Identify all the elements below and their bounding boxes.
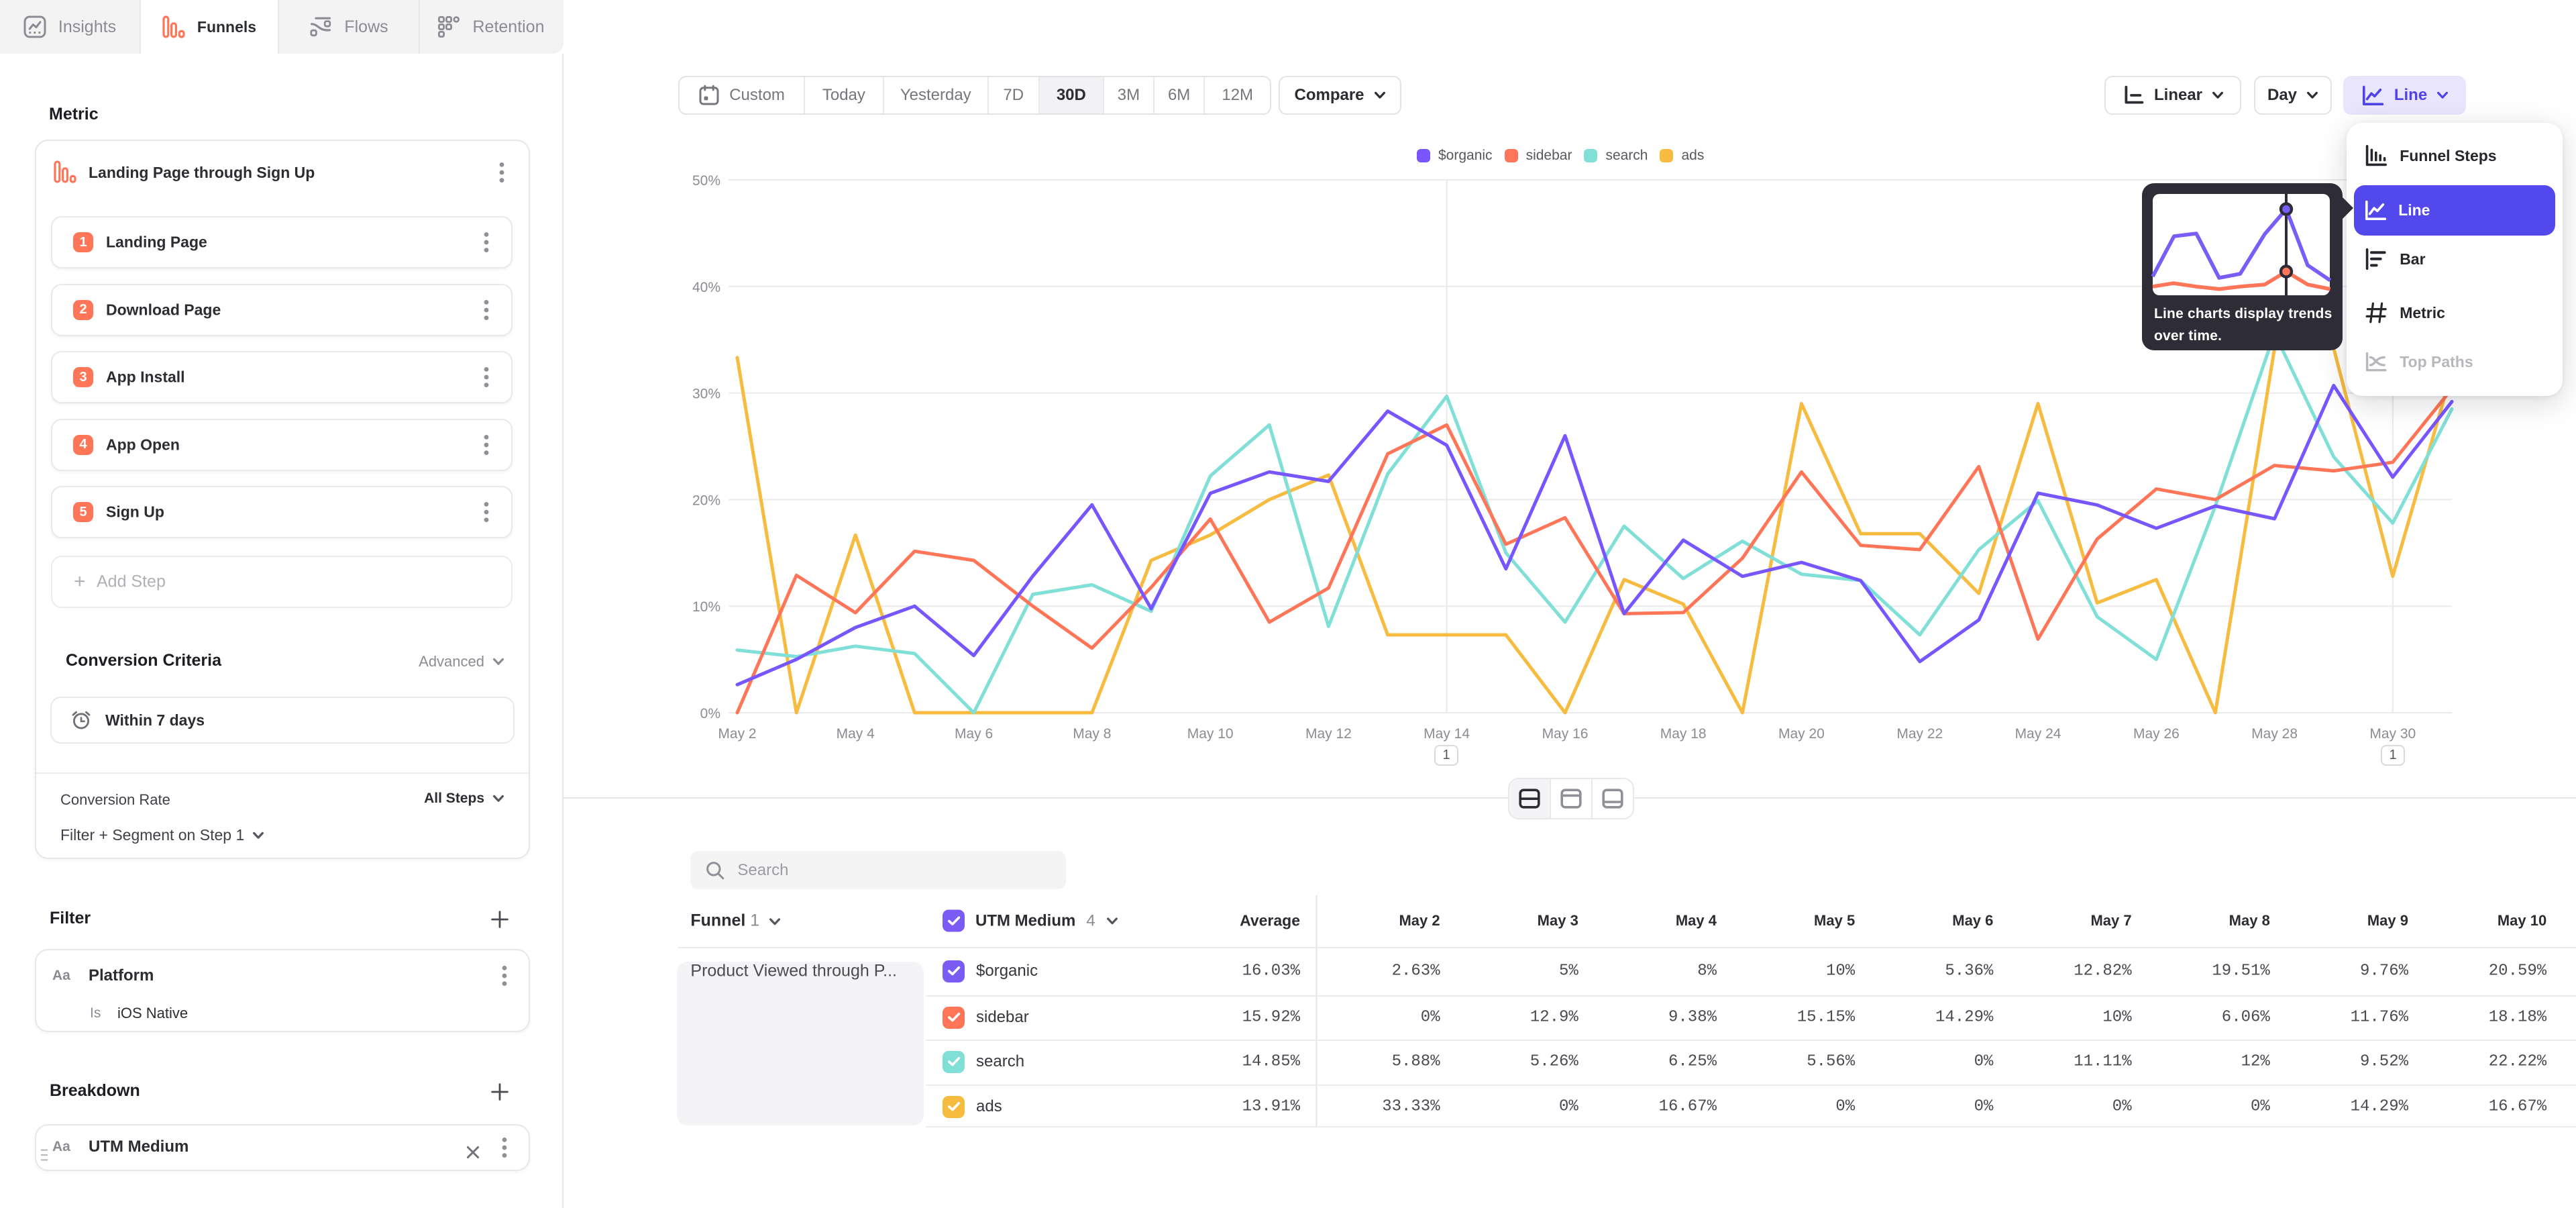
svg-text:May 24: May 24 [2015,726,2061,742]
svg-text:30%: 30% [692,387,720,402]
svg-text:May 28: May 28 [2251,726,2298,742]
svg-text:10%: 10% [692,599,720,615]
svg-text:May 30: May 30 [2369,726,2416,742]
svg-text:May 18: May 18 [1660,726,1707,742]
svg-text:May 16: May 16 [1542,726,1589,742]
svg-text:May 6: May 6 [955,726,993,742]
svg-text:May 26: May 26 [2133,726,2180,742]
svg-text:20%: 20% [692,493,720,508]
svg-text:May 12: May 12 [1305,726,1352,742]
svg-text:May 8: May 8 [1073,726,1111,742]
svg-text:May 20: May 20 [1778,726,1825,742]
svg-text:50%: 50% [692,173,720,189]
svg-text:May 22: May 22 [1896,726,1943,742]
svg-text:May 10: May 10 [1187,726,1234,742]
svg-text:40%: 40% [692,280,720,295]
svg-text:May 2: May 2 [718,726,756,742]
svg-text:May 14: May 14 [1424,726,1470,742]
svg-text:May 4: May 4 [837,726,875,742]
svg-text:0%: 0% [700,706,720,721]
